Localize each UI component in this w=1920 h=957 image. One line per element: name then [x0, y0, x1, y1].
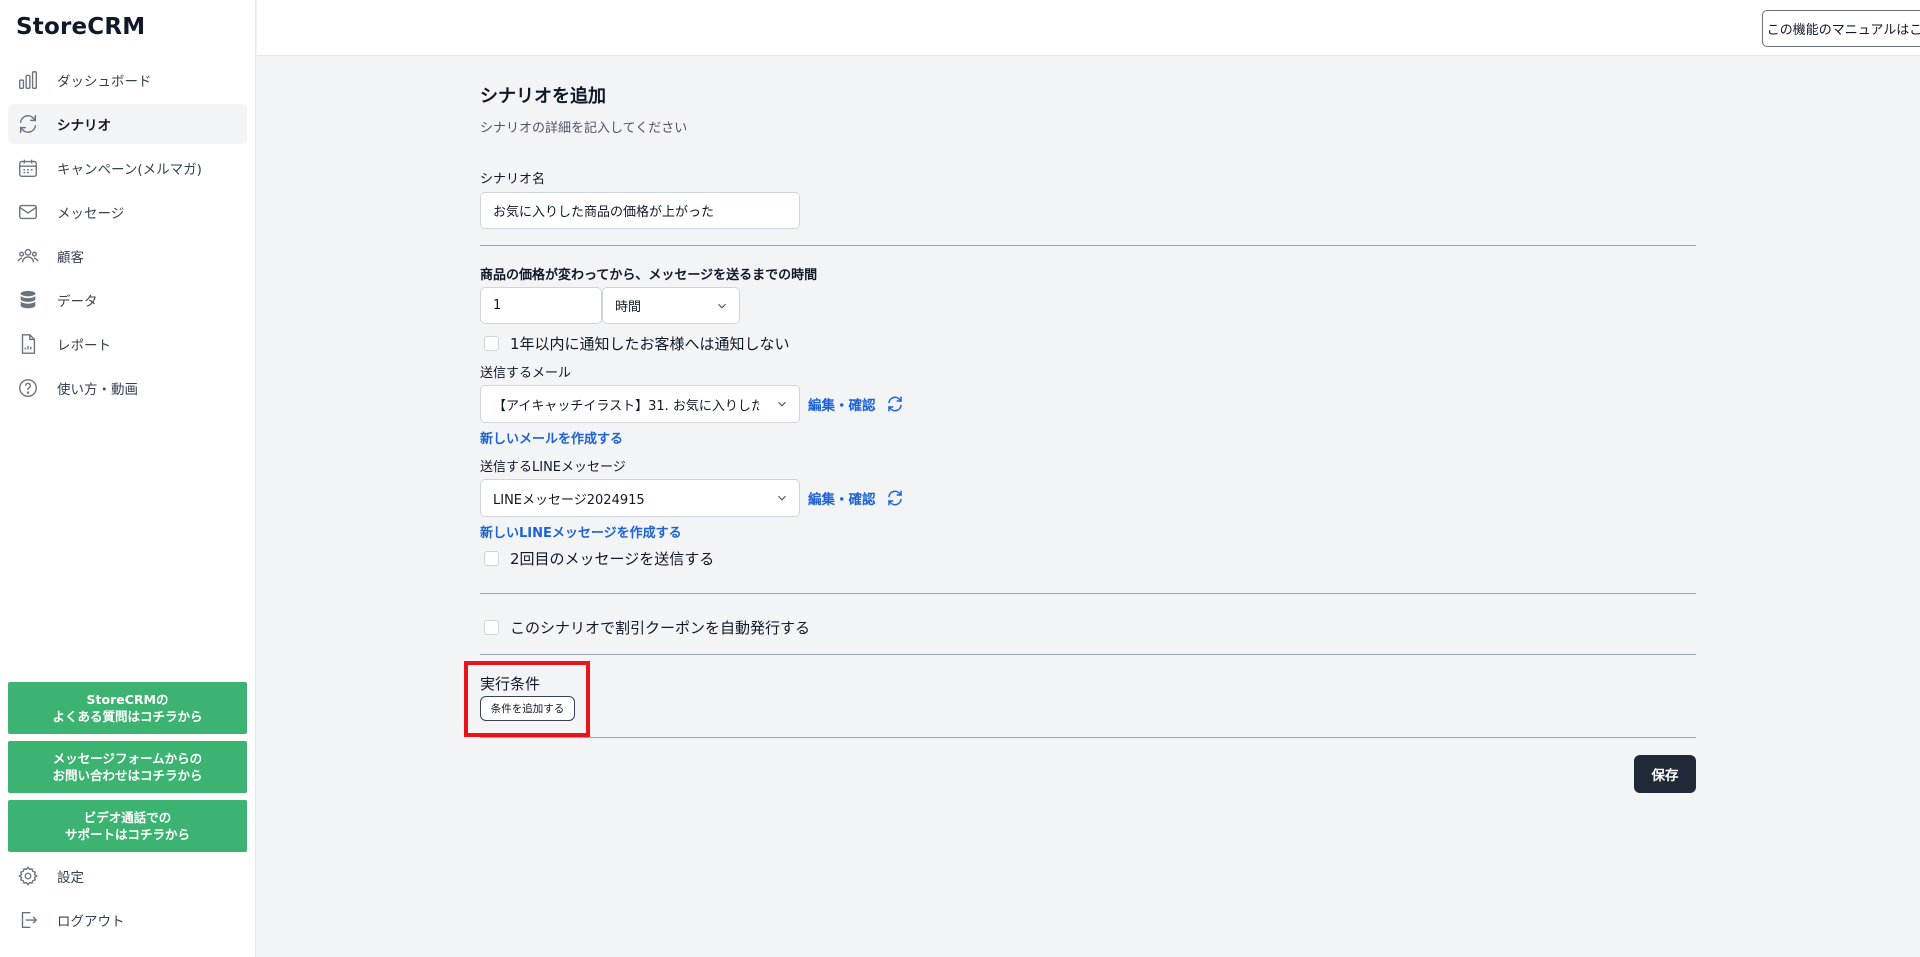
sidebar-item-label: シナリオ — [57, 118, 111, 134]
coupon-checkbox[interactable] — [484, 620, 499, 635]
sidebar-item-help[interactable]: 使い方・動画 — [8, 368, 247, 408]
sidebar-item-settings[interactable]: 設定 — [8, 856, 247, 896]
mail-label: 送信するメール — [480, 366, 572, 381]
no-notify-checkbox[interactable] — [484, 336, 499, 351]
sidebar: StoreCRM ダッシュボード シナリオ キャンペーン(メルマガ) メッセージ — [0, 0, 256, 957]
sidebar-item-customers[interactable]: 顧客 — [8, 236, 247, 276]
delay-amount-input[interactable]: 1 — [480, 287, 602, 324]
sidebar-item-label: ダッシュボード — [57, 74, 152, 90]
delay-unit-select[interactable]: 時間 — [602, 287, 740, 324]
contact-form-button[interactable]: メッセージフォームからの お問い合わせはコチラから — [8, 741, 247, 793]
new-line-message-link[interactable]: 新しいLINEメッセージを作成する — [480, 522, 682, 541]
second-message-checkbox[interactable] — [484, 551, 499, 566]
line-edit-link[interactable]: 編集・確認 — [808, 488, 904, 508]
mail-icon — [17, 201, 39, 223]
sidebar-item-label: キャンペーン(メルマガ) — [57, 162, 202, 178]
divider — [480, 737, 1696, 738]
refresh-icon[interactable] — [886, 395, 904, 413]
sidebar-item-label: メッセージ — [57, 206, 125, 222]
divider — [480, 654, 1696, 655]
coupon-option[interactable]: このシナリオで割引クーポンを自動発行する — [484, 617, 810, 638]
chevron-down-icon — [775, 491, 789, 505]
sidebar-item-message[interactable]: メッセージ — [8, 192, 247, 232]
edit-confirm-label: 編集・確認 — [808, 398, 876, 414]
sidebar-item-label: ログアウト — [57, 914, 125, 930]
sidebar-item-logout[interactable]: ログアウト — [8, 900, 247, 940]
divider — [480, 593, 1696, 594]
sidebar-item-label: 使い方・動画 — [57, 382, 138, 398]
top-bar: この機能のマニュアルはこちら — [257, 0, 1920, 56]
edit-confirm-label: 編集・確認 — [808, 492, 876, 508]
page-title: シナリオを追加 — [480, 86, 606, 107]
bar-chart-icon — [17, 69, 39, 91]
report-icon — [17, 333, 39, 355]
no-notify-option[interactable]: 1年以内に通知したお客様へは通知しない — [484, 333, 790, 354]
gear-icon — [17, 865, 39, 887]
sidebar-bottom-nav: 設定 ログアウト — [8, 856, 247, 944]
no-notify-label: 1年以内に通知したお客様へは通知しない — [510, 335, 790, 353]
sidebar-item-label: データ — [57, 294, 98, 310]
sidebar-item-label: レポート — [57, 338, 111, 354]
delay-label: 商品の価格が変わってから、メッセージを送るまでの時間 — [480, 268, 818, 283]
chevron-down-icon — [775, 397, 789, 411]
help-circle-icon — [17, 377, 39, 399]
line-message-select[interactable]: LINEメッセージ2024915 — [480, 479, 800, 517]
users-icon — [17, 245, 39, 267]
calendar-icon — [17, 157, 39, 179]
manual-button[interactable]: この機能のマニュアルはこちら — [1762, 10, 1920, 47]
line-select-value: LINEメッセージ2024915 — [493, 492, 645, 508]
video-support-button[interactable]: ビデオ通話での サポートはコチラから — [8, 800, 247, 852]
page-subtitle: シナリオの詳細を記入してください — [480, 121, 688, 136]
sidebar-item-dashboard[interactable]: ダッシュボード — [8, 60, 247, 100]
chevron-down-icon — [715, 298, 729, 313]
sidebar-item-label: 設定 — [57, 870, 84, 886]
sidebar-item-label: 顧客 — [57, 250, 84, 266]
divider — [480, 245, 1696, 246]
new-mail-link[interactable]: 新しいメールを作成する — [480, 428, 623, 447]
mail-select-value: 【アイキャッチイラスト】31. お気に入りした商品の価格 — [493, 398, 759, 414]
database-icon — [17, 289, 39, 311]
sidebar-item-campaign[interactable]: キャンペーン(メルマガ) — [8, 148, 247, 188]
coupon-label: このシナリオで割引クーポンを自動発行する — [510, 619, 811, 637]
scenario-name-input[interactable]: お気に入りした商品の価格が上がった — [480, 192, 800, 229]
refresh-icon — [17, 113, 39, 135]
refresh-icon[interactable] — [886, 489, 904, 507]
delay-unit-value: 時間 — [615, 300, 642, 315]
add-condition-button[interactable]: 条件を追加する — [480, 696, 575, 721]
line-label: 送信するLINEメッセージ — [480, 460, 626, 475]
mail-select[interactable]: 【アイキャッチイラスト】31. お気に入りした商品の価格 — [480, 385, 800, 423]
scenario-name-label: シナリオ名 — [480, 172, 546, 187]
sidebar-item-report[interactable]: レポート — [8, 324, 247, 364]
save-button[interactable]: 保存 — [1634, 755, 1696, 793]
conditions-title: 実行条件 — [480, 675, 541, 693]
faq-button[interactable]: StoreCRMの よくある質問はコチラから — [8, 682, 247, 734]
second-message-option[interactable]: 2回目のメッセージを送信する — [484, 548, 714, 569]
support-buttons: StoreCRMの よくある質問はコチラから メッセージフォームからの お問い合… — [8, 682, 247, 859]
logout-icon — [17, 909, 39, 931]
mail-edit-link[interactable]: 編集・確認 — [808, 394, 904, 414]
sidebar-item-data[interactable]: データ — [8, 280, 247, 320]
second-message-label: 2回目のメッセージを送信する — [510, 550, 715, 568]
brand-logo: StoreCRM — [16, 14, 146, 40]
sidebar-item-scenario[interactable]: シナリオ — [8, 104, 247, 144]
sidebar-nav: ダッシュボード シナリオ キャンペーン(メルマガ) メッセージ 顧客 データ レ… — [8, 60, 247, 412]
